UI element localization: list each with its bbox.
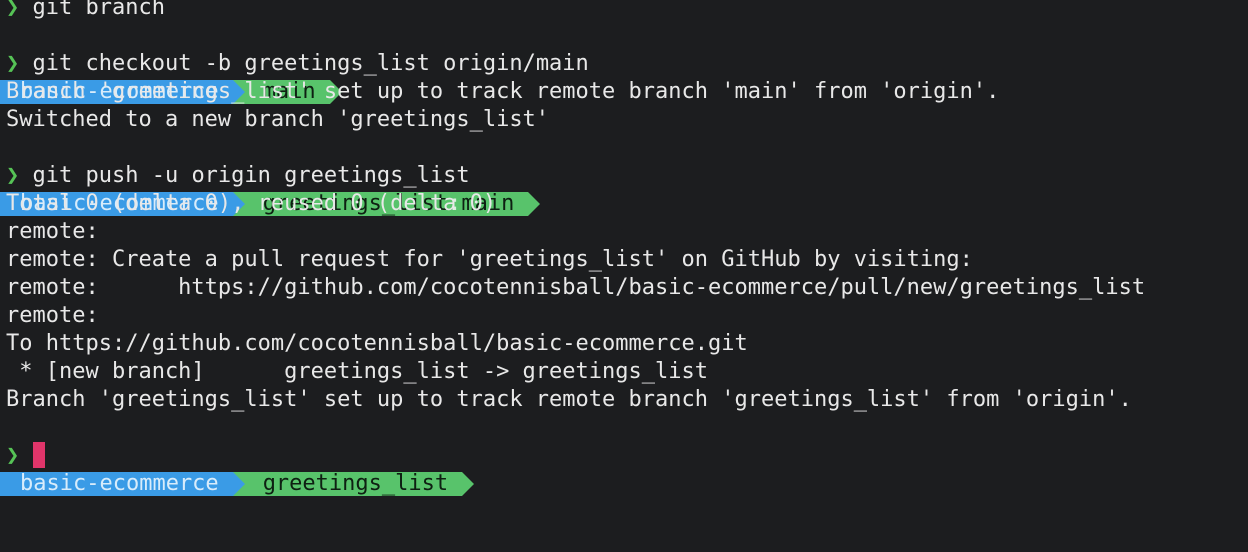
prompt-chevron-icon: ❯ (6, 51, 20, 76)
output-line: Switched to a new branch 'greetings_list… (6, 107, 550, 132)
prompt-chevron-icon: ❯ (6, 443, 20, 468)
output-line: remote: (6, 303, 99, 328)
powerline-prompt: basic-ecommerce main (0, 22, 1248, 104)
command-text: git branch (32, 0, 165, 20)
command-line: ❯ git branch (6, 0, 1248, 22)
command-line: ❯ git push -u origin greetings_list (6, 162, 1248, 190)
terminal-window[interactable]: ❯ git branch basic-ecommerce main ❯ git … (0, 0, 1248, 496)
prompt-directory: basic-ecommerce (0, 472, 233, 496)
branch-name: greetings_list (262, 471, 449, 496)
command-line: ❯ git checkout -b greetings_list origin/… (6, 50, 1248, 78)
prompt-chevron-icon: ❯ (6, 0, 20, 20)
output-line: Branch 'greetings_list' set up to track … (6, 387, 1132, 412)
input-line[interactable]: ❯ (6, 442, 1248, 470)
prompt-git-branch: greetings_list (244, 471, 463, 496)
output-line: Branch 'greetings_list' set up to track … (6, 79, 1000, 104)
powerline-arrow-icon (462, 472, 475, 496)
cursor (33, 442, 46, 468)
output-line: To https://github.com/cocotennisball/bas… (6, 331, 748, 356)
command-text: git push -u origin greetings_list (32, 163, 470, 188)
powerline-arrow-icon (232, 472, 245, 496)
prompt-chevron-icon: ❯ (6, 163, 20, 188)
output-line: remote: (6, 219, 99, 244)
powerline-prompt: basic-ecommerce greetings_list (0, 414, 1248, 496)
command-text: git checkout -b greetings_list origin/ma… (32, 51, 589, 76)
output-line: Total 0 (delta 0), reused 0 (delta 0) (6, 191, 497, 216)
output-line: remote: Create a pull request for 'greet… (6, 247, 973, 272)
powerline-prompt: basic-ecommerce greetings_list:main (0, 134, 1248, 216)
output-line: * [new branch] greetings_list -> greetin… (6, 359, 708, 384)
output-line: remote: https://github.com/cocotennisbal… (6, 275, 1146, 300)
